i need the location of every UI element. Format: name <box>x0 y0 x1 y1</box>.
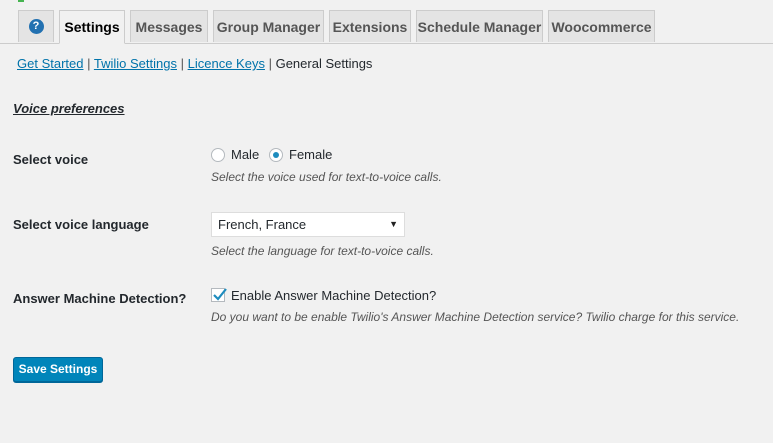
voice-radio-female-label[interactable]: Female <box>289 147 332 162</box>
checkmark-icon <box>213 288 227 301</box>
save-settings-button[interactable]: Save Settings <box>13 357 103 382</box>
amd-description: Do you want to be enable Twilio's Answer… <box>211 310 740 324</box>
subnav-link-licence-keys[interactable]: Licence Keys <box>188 56 265 71</box>
section-title: Voice preferences <box>13 101 125 116</box>
settings-tabs: ? Settings Messages Group Manager Extens… <box>0 10 773 44</box>
subnav-separator: | <box>180 56 184 71</box>
tab-schedule-manager[interactable]: Schedule Manager <box>416 10 543 42</box>
voice-radio-male-label[interactable]: Male <box>231 147 259 162</box>
tab-group-manager[interactable]: Group Manager <box>213 10 324 42</box>
dropdown-arrow-icon: ▼ <box>389 219 398 229</box>
tab-woocommerce[interactable]: Woocommerce <box>548 10 655 42</box>
amd-checkbox-label[interactable]: Enable Answer Machine Detection? <box>231 288 436 303</box>
voice-radio-male[interactable] <box>211 148 225 162</box>
tab-messages[interactable]: Messages <box>130 10 208 42</box>
select-voice-label: Select voice <box>13 152 89 167</box>
voice-language-description: Select the language for text-to-voice ca… <box>211 244 434 258</box>
tab-settings[interactable]: Settings <box>59 10 125 44</box>
voice-language-label: Select voice language <box>13 217 149 232</box>
subnav-current-page: General Settings <box>275 56 373 71</box>
amd-label: Answer Machine Detection? <box>13 291 187 306</box>
subnav-link-twilio-settings[interactable]: Twilio Settings <box>94 56 177 71</box>
subnav-link-get-started[interactable]: Get Started <box>17 56 83 71</box>
status-indicator-line <box>18 0 24 2</box>
tab-extensions[interactable]: Extensions <box>329 10 411 42</box>
subnav-separator: | <box>87 56 91 71</box>
settings-subnav: Get Started | Twilio Settings | Licence … <box>17 56 372 71</box>
tab-help[interactable]: ? <box>18 10 54 42</box>
select-voice-description: Select the voice used for text-to-voice … <box>211 170 442 184</box>
amd-checkbox[interactable] <box>211 288 227 302</box>
subnav-separator: | <box>268 56 272 71</box>
voice-language-value: French, France <box>218 217 307 232</box>
voice-radio-female[interactable] <box>269 148 283 162</box>
voice-language-select[interactable]: French, France ▼ <box>211 212 405 237</box>
help-icon: ? <box>28 18 44 34</box>
